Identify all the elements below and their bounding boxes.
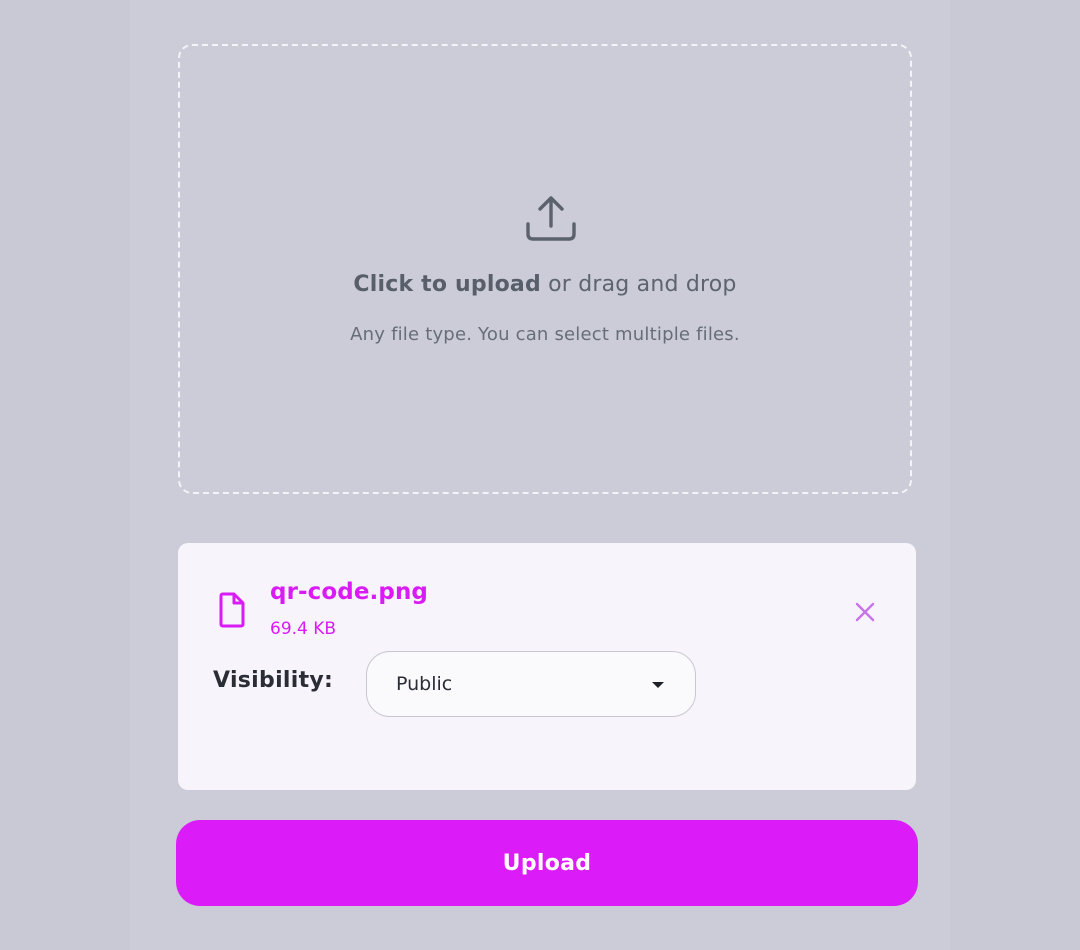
- upload-button[interactable]: Upload: [176, 820, 918, 906]
- background-band-right: [950, 0, 1080, 950]
- file-name: qr-code.png: [270, 579, 428, 605]
- file-card: qr-code.png 69.4 KB Visibility: Public: [178, 543, 916, 790]
- drag-and-drop-text: or drag and drop: [540, 272, 737, 297]
- close-icon[interactable]: [852, 599, 878, 625]
- upload-icon: [526, 196, 576, 241]
- dropzone-title: Click to upload or drag and drop: [180, 272, 910, 297]
- visibility-label: Visibility:: [213, 668, 334, 693]
- caret-down-icon: [652, 682, 664, 688]
- background-band-left: [0, 0, 130, 950]
- file-icon: [219, 592, 245, 628]
- visibility-selected-value: Public: [396, 673, 453, 695]
- click-to-upload-text[interactable]: Click to upload: [353, 272, 541, 297]
- file-size: 69.4 KB: [270, 619, 337, 639]
- dropzone-subtitle: Any file type. You can select multiple f…: [350, 324, 740, 345]
- visibility-select[interactable]: Public: [366, 651, 696, 717]
- upload-dropzone[interactable]: Click to upload or drag and drop Any fil…: [178, 44, 912, 494]
